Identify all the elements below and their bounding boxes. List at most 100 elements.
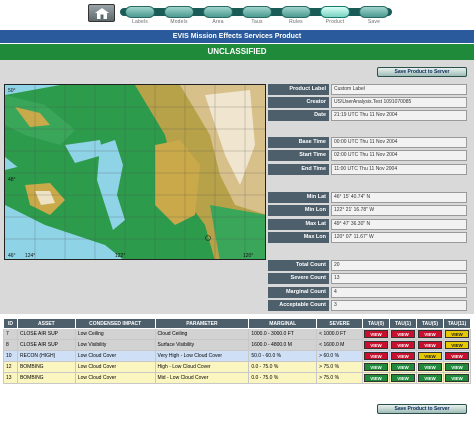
tau-view-button[interactable]: VIEW [364, 352, 388, 360]
col-marginal: MARGINAL [248, 318, 318, 329]
nav-tab-labels[interactable]: Labels [125, 2, 155, 28]
tau-view-button[interactable]: VIEW [364, 330, 388, 338]
tau-view-button[interactable]: VIEW [390, 352, 415, 360]
tau-view-button[interactable]: VIEW [390, 330, 415, 338]
tau-view-button[interactable]: VIEW [417, 341, 442, 349]
product-label-value: Custom Label [331, 84, 467, 95]
end-time-label: End Time [268, 164, 329, 175]
terrain-map[interactable]: 50° 48° 46° 124° 122° 120° [4, 84, 266, 260]
cell-tau: VIEW [442, 350, 472, 362]
cell-parameter: Very High - Low Cloud Cover [154, 350, 250, 362]
nav-tab-taus[interactable]: Taus [242, 2, 272, 28]
cell-tau: VIEW [389, 372, 417, 384]
cell-parameter: Mid - Low Cloud Cover [154, 372, 250, 384]
base-time-value: 00:00 UTC Thu 11 Nov 2004 [331, 137, 467, 148]
cell-parameter: High - Low Cloud Cover [154, 361, 250, 373]
cell-asset: BOMBING [16, 372, 76, 384]
cell-tau: VIEW [415, 350, 444, 362]
tau-view-button[interactable]: VIEW [390, 374, 415, 382]
table-row[interactable]: 13 BOMBING Low Cloud Cover Mid - Low Cloud … [3, 372, 472, 384]
cell-id: 10 [3, 350, 18, 362]
nav-tab-rules[interactable]: Rules [281, 2, 311, 28]
tau-view-button[interactable]: VIEW [444, 363, 469, 371]
col-tau11: TAU(11) [442, 318, 472, 329]
date-label: Date [268, 110, 329, 121]
nav-tab-area[interactable]: Area [203, 2, 233, 28]
nav-tab-button[interactable] [164, 6, 194, 18]
max-lat-label: Max Lat [268, 219, 329, 230]
tau-view-button[interactable]: VIEW [417, 330, 442, 338]
col-severe: SEVERE [316, 318, 364, 329]
tau-view-button[interactable]: VIEW [444, 374, 469, 382]
end-time-value: 11:00 UTC Thu 11 Nov 2004 [331, 164, 467, 175]
tau-view-button[interactable]: VIEW [390, 363, 415, 371]
save-product-button-top[interactable]: Save Product to Server [377, 67, 467, 77]
cell-id: 12 [3, 361, 18, 373]
cell-id: 7 [3, 328, 18, 340]
cell-tau: VIEW [415, 339, 444, 351]
tau-view-button[interactable]: VIEW [444, 341, 469, 349]
table-row[interactable]: 8 CLOSE AIR SUP Low Visibility Surface Visi… [3, 339, 472, 351]
nav-tab-models[interactable]: Models [164, 2, 194, 28]
map-lat-label: 48° [8, 177, 16, 183]
min-lat-label: Min Lat [268, 192, 329, 203]
tau-view-button[interactable]: VIEW [417, 363, 442, 371]
terrain-map-image: 50° 48° 46° 124° 122° 120° [5, 85, 265, 259]
nav-tab-button[interactable] [203, 6, 233, 18]
cell-severe: < 1000.0 FT [316, 328, 364, 340]
tau-view-button[interactable]: VIEW [364, 363, 388, 371]
cell-severe: < 1600.0 M [316, 339, 364, 351]
nav-tab-button[interactable] [242, 6, 272, 18]
marginal-count-label: Marginal Count [268, 287, 329, 298]
cell-marginal: 1000.0 - 3000.0 FT [248, 328, 318, 340]
cell-tau: VIEW [362, 361, 390, 373]
cell-tau: VIEW [442, 361, 472, 373]
min-lon-label: Min Lon [268, 205, 329, 216]
cell-tau: VIEW [415, 372, 444, 384]
creator-label: Creator [268, 97, 329, 108]
col-tau1: TAU(1) [389, 318, 417, 329]
col-asset: ASSET [16, 318, 76, 329]
min-lon-value: 122° 21' 16.78" W [331, 205, 467, 216]
tau-view-button[interactable]: VIEW [417, 352, 442, 360]
severe-count-value: 13 [331, 273, 467, 284]
cell-parameter: Surface Visibility [154, 339, 250, 351]
acceptable-count-value: 3 [331, 300, 467, 311]
tau-view-button[interactable]: VIEW [417, 374, 442, 382]
product-label-label: Product Label [268, 84, 329, 95]
nav-tab-product[interactable]: Product [320, 2, 350, 28]
tau-view-button[interactable]: VIEW [390, 341, 415, 349]
cell-parameter: Cloud Ceiling [154, 328, 250, 340]
tau-view-button[interactable]: VIEW [444, 352, 469, 360]
cell-impact: Low Ceiling [74, 328, 156, 340]
cell-marginal: 1600.0 - 4800.0 M [248, 339, 318, 351]
cell-severe: > 60.0 % [316, 350, 364, 362]
nav-tab-button[interactable] [320, 6, 350, 18]
date-value: 21:19 UTC Thu 11 Nov 2004 [331, 110, 467, 121]
nav-tab-button[interactable] [281, 6, 311, 18]
cell-impact: Low Cloud Cover [74, 372, 156, 384]
cell-asset: BOMBING [16, 361, 76, 373]
nav-tab-button[interactable] [125, 6, 155, 18]
cell-asset: RECON (HIGH) [16, 350, 76, 362]
table-row[interactable]: 10 RECON (HIGH) Low Cloud Cover Very High -… [3, 350, 472, 362]
cell-asset: CLOSE AIR SUP [16, 328, 76, 340]
cell-tau: VIEW [389, 328, 417, 340]
save-product-button-bottom[interactable]: Save Product to Server [377, 404, 467, 414]
tau-view-button[interactable]: VIEW [364, 374, 388, 382]
home-button[interactable] [88, 4, 115, 22]
tau-view-button[interactable]: VIEW [364, 341, 388, 349]
impact-table: ID ASSET CONDENSED IMPACT PARAMETER MARG… [3, 318, 472, 384]
cell-severe: > 75.0 % [316, 361, 364, 373]
cell-tau: VIEW [362, 328, 390, 340]
col-impact: CONDENSED IMPACT [74, 318, 156, 329]
nav-tab-button[interactable] [359, 6, 389, 18]
cell-marginal: 0.0 - 75.0 % [248, 372, 318, 384]
start-time-label: Start Time [268, 150, 329, 161]
map-lon-label: 120° [243, 253, 253, 259]
table-row[interactable]: 12 BOMBING Low Cloud Cover High - Low Cloud… [3, 361, 472, 373]
cell-tau: VIEW [389, 339, 417, 351]
table-row[interactable]: 7 CLOSE AIR SUP Low Ceiling Cloud Ceiling 10… [3, 328, 472, 340]
nav-tab-save[interactable]: Save [359, 2, 389, 28]
tau-view-button[interactable]: VIEW [444, 330, 469, 338]
